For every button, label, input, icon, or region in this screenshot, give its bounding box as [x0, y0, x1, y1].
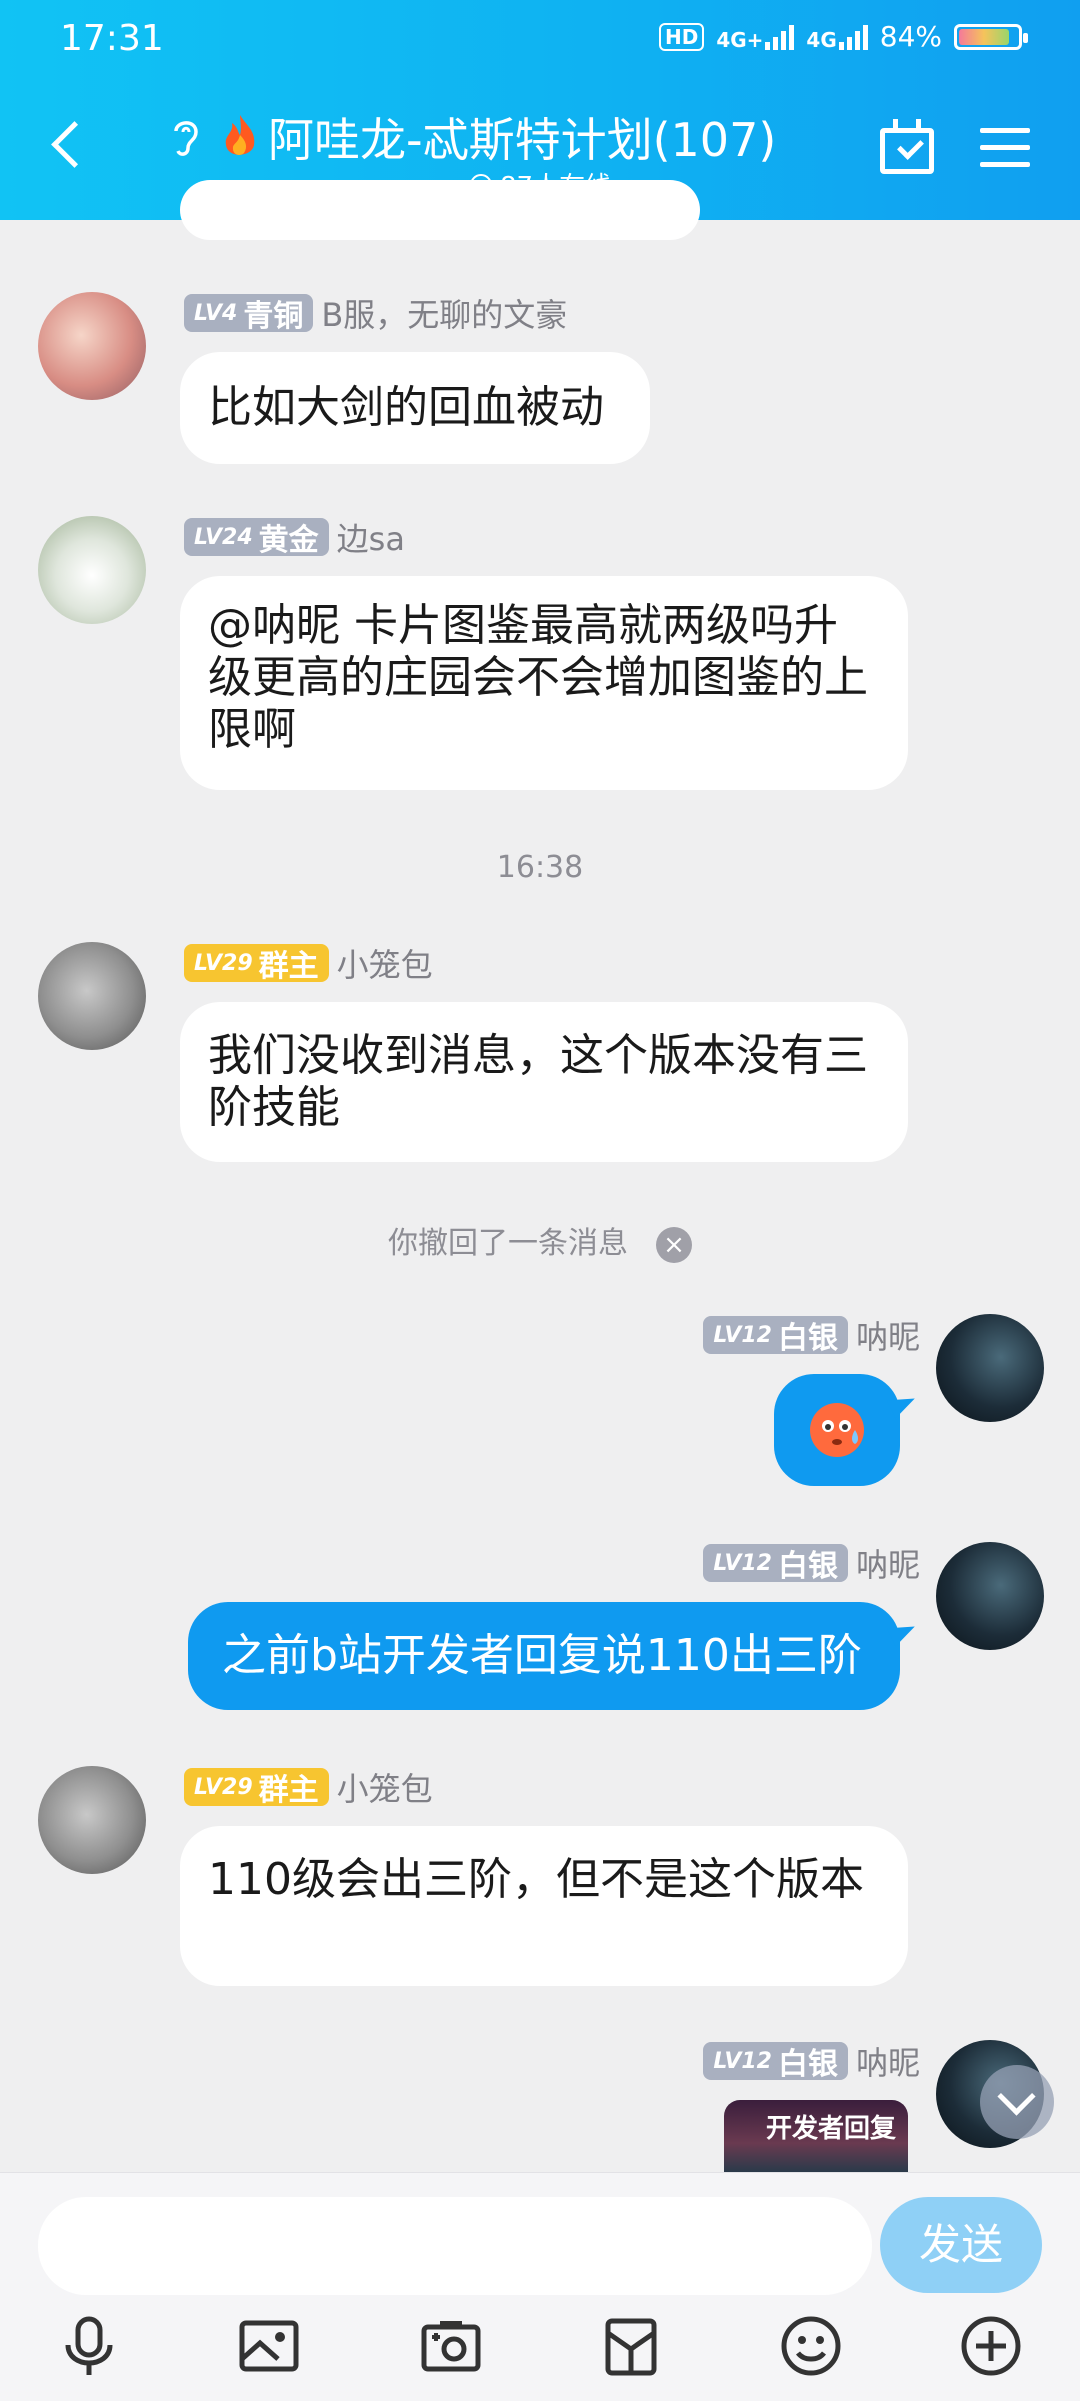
close-icon[interactable]: × — [656, 1226, 692, 1263]
message-input[interactable] — [38, 2197, 872, 2295]
sender-row: LV24 黄金 边sa — [184, 514, 405, 560]
sender-name[interactable]: B服，无聊的文豪 — [321, 290, 567, 336]
avatar[interactable] — [38, 942, 146, 1050]
image-caption: 开发者回复 — [766, 2114, 897, 2144]
emoji-icon[interactable] — [778, 2313, 844, 2379]
sender-row: LV12 白银 呐昵 — [703, 1312, 920, 1358]
message-bubble[interactable]: 我们没收到消息，这个版本没有三阶技能 — [180, 1002, 908, 1162]
send-button[interactable]: 发送 — [880, 2197, 1042, 2293]
avatar[interactable] — [936, 1542, 1044, 1650]
status-icons: HD 4G+ 4G 84% — [658, 20, 1028, 53]
sender-name[interactable]: 呐昵 — [856, 1312, 920, 1358]
chat-title-text: 阿哇龙-忒斯特计划(107) — [268, 113, 777, 167]
fire-icon — [225, 115, 255, 155]
sender-row: LV4 青铜 B服，无聊的文豪 — [184, 290, 567, 336]
recall-notice: 你撤回了一条消息 × — [0, 1218, 1080, 1263]
avatar[interactable] — [38, 292, 146, 400]
message-bubble-partial[interactable] — [180, 180, 700, 240]
level-badge: LV24 黄金 — [184, 518, 329, 558]
sender-name[interactable]: 边sa — [337, 514, 405, 560]
avatar[interactable] — [936, 1314, 1044, 1422]
level-badge: LV12 白银 — [703, 1544, 848, 1584]
scroll-down-icon[interactable] — [980, 2065, 1054, 2139]
status-time: 17:31 — [60, 18, 164, 59]
image-icon[interactable] — [236, 2313, 302, 2379]
sender-name[interactable]: 小笼包 — [337, 940, 433, 986]
chat-title[interactable]: 阿哇龙-忒斯特计划(107) — [168, 104, 776, 170]
network-4gplus: 4G+ — [716, 24, 795, 50]
folder-icon[interactable] — [598, 2313, 664, 2379]
sender-name[interactable]: 呐昵 — [856, 1540, 920, 1586]
avatar[interactable] — [38, 516, 146, 624]
input-area: 发送 — [0, 2172, 1080, 2401]
embarrassed-emoji-icon — [810, 1403, 864, 1457]
level-badge: LV4 青铜 — [184, 294, 314, 334]
message-bubble[interactable]: @呐昵 卡片图鉴最高就两级吗升级更高的庄园会不会增加图鉴的上限啊 — [180, 576, 908, 790]
level-badge: LV12 白银 — [703, 2042, 848, 2082]
message-bubble[interactable]: 比如大剑的回血被动 — [180, 352, 650, 464]
avatar[interactable] — [38, 1766, 146, 1874]
ear-icon[interactable] — [168, 115, 204, 159]
battery-percent: 84% — [879, 20, 942, 53]
message-bubble[interactable]: 110级会出三阶，但不是这个版本 — [180, 1826, 908, 1986]
message-bubble[interactable]: 之前b站开发者回复说110出三阶 — [188, 1602, 900, 1710]
sender-row: LV29 群主 小笼包 — [184, 1764, 433, 1810]
calendar-check-icon[interactable] — [880, 119, 934, 174]
sender-row: LV29 群主 小笼包 — [184, 940, 433, 986]
sender-row: LV12 白银 呐昵 — [703, 2038, 920, 2084]
menu-icon[interactable] — [980, 128, 1030, 179]
battery-icon — [954, 23, 1028, 50]
sender-name[interactable]: 小笼包 — [337, 1764, 433, 1810]
level-badge: LV29 群主 — [184, 1768, 329, 1808]
level-badge: LV29 群主 — [184, 944, 329, 984]
sender-row: LV12 白银 呐昵 — [703, 1540, 920, 1586]
image-message[interactable]: 开发者回复 — [724, 2100, 908, 2172]
camera-icon[interactable] — [418, 2313, 484, 2379]
level-badge: LV12 白银 — [703, 1316, 848, 1356]
microphone-icon[interactable] — [56, 2313, 122, 2379]
signal-icon — [838, 24, 868, 50]
emoji-message-bubble[interactable] — [774, 1374, 900, 1486]
network-4g: 4G — [806, 24, 868, 50]
hd-icon: HD — [658, 22, 705, 51]
sender-name[interactable]: 呐昵 — [856, 2038, 920, 2084]
plus-icon[interactable] — [958, 2313, 1024, 2379]
back-icon[interactable] — [51, 121, 98, 168]
timestamp: 16:38 — [496, 850, 584, 885]
signal-icon — [765, 24, 795, 50]
